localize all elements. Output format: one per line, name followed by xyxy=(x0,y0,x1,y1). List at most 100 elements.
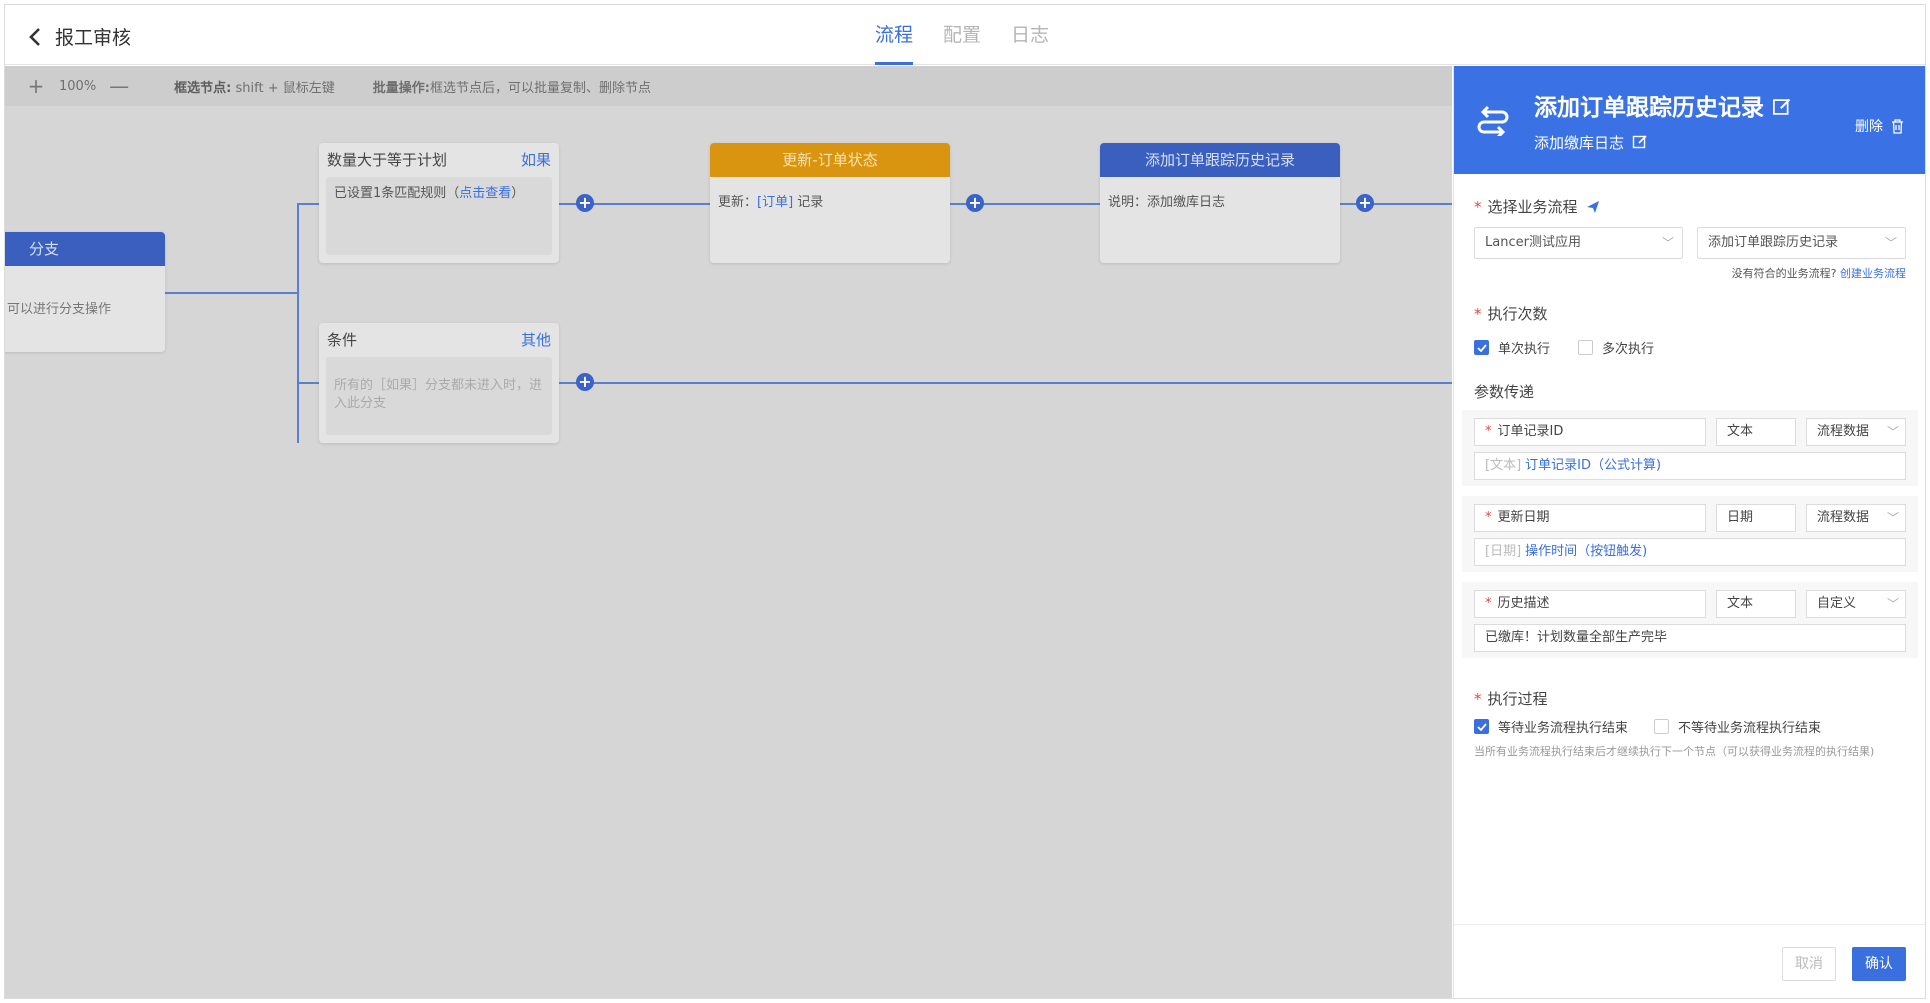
app-select-value: Lancer测试应用 xyxy=(1485,235,1581,250)
wait-label: 等待业务流程执行结束 xyxy=(1498,721,1629,736)
tab-flow[interactable]: 流程 xyxy=(875,5,914,65)
zoom-in-button[interactable]: + xyxy=(25,74,47,98)
param-source-select[interactable]: 流程数据 ﹀ xyxy=(1806,504,1906,532)
flow-selects: Lancer测试应用 ﹀ 添加订单跟踪历史记录 ﹀ xyxy=(1474,227,1906,259)
params-section-label: 参数传递 xyxy=(1474,383,1535,401)
multi-exec-checkbox[interactable]: 多次执行 xyxy=(1578,338,1654,357)
panel-header: 添加订单跟踪历史记录 添加缴库日志 删除 xyxy=(1454,66,1925,174)
flow-label: 选择业务流程 xyxy=(1487,198,1578,216)
tab-bar: 流程 配置 日志 xyxy=(875,5,1079,65)
tab-log[interactable]: 日志 xyxy=(1011,5,1049,65)
connector-line xyxy=(559,382,1452,384)
batch-hint: 批量操作:框选节点后，可以批量复制、删除节点 xyxy=(373,77,651,96)
param-row: * 更新日期 日期 流程数据 ﹀ [日期] 操作时间（按钮触发) xyxy=(1462,496,1918,572)
if-node-title: 数量大于等于计划 xyxy=(327,151,448,169)
edit-icon[interactable] xyxy=(1632,134,1648,150)
checkbox-empty-icon xyxy=(1578,340,1594,355)
param-value-tag: [日期] xyxy=(1485,544,1522,559)
add-node-button[interactable]: + xyxy=(576,373,594,391)
process-label: 执行过程 xyxy=(1487,690,1548,708)
back-button[interactable]: 报工审核 xyxy=(27,23,131,50)
view-rule-link[interactable]: 点击查看 xyxy=(459,186,511,201)
zoom-out-button[interactable]: — xyxy=(108,74,130,98)
add-node-button[interactable]: + xyxy=(1356,194,1374,212)
update-node-body: 更新：[订单] 记录 xyxy=(710,177,950,216)
if-node-rule: 已设置1条匹配规则（点击查看） xyxy=(326,177,552,255)
panel-title: 添加订单跟踪历史记录 xyxy=(1534,88,1792,122)
param-value-tag: [文本] xyxy=(1485,458,1522,473)
no-flow-text: 没有符合的业务流程? xyxy=(1731,267,1837,280)
param-name: 更新日期 xyxy=(1497,510,1550,525)
param-type-field: 文本 xyxy=(1716,590,1796,618)
panel-body: * 选择业务流程 Lancer测试应用 ﹀ 添加订单跟踪历史记录 ﹀ 没有符合的业务流… xyxy=(1454,196,1925,759)
param-name-field[interactable]: * 历史描述 xyxy=(1474,590,1706,618)
top-header: 报工审核 流程 配置 日志 xyxy=(5,5,1925,65)
param-type-field: 文本 xyxy=(1716,418,1796,446)
chevron-down-icon: ﹀ xyxy=(1886,597,1899,611)
trash-icon xyxy=(1892,118,1903,134)
navigate-icon[interactable] xyxy=(1586,200,1600,214)
branch-node-body: 可以进行分支操作 xyxy=(7,302,112,317)
batch-hint-value: 框选节点后，可以批量复制、删除节点 xyxy=(429,80,651,96)
cancel-button[interactable]: 取消 xyxy=(1782,947,1836,981)
flow-select-value: 添加订单跟踪历史记录 xyxy=(1708,235,1839,250)
update-body-suffix: 记录 xyxy=(793,195,824,210)
add-history-node[interactable]: 添加订单跟踪历史记录 说明：添加缴库日志 xyxy=(1100,143,1340,263)
chevron-down-icon: ﹀ xyxy=(1884,236,1897,250)
add-node-button[interactable]: + xyxy=(576,194,594,212)
checkbox-empty-icon xyxy=(1654,719,1670,734)
if-rule-suffix: ） xyxy=(511,186,525,201)
param-value-field[interactable]: [文本] 订单记录ID（公式计算) xyxy=(1474,452,1906,480)
chevron-left-icon xyxy=(29,27,40,46)
if-node-header: 数量大于等于计划 如果 xyxy=(319,143,559,177)
if-condition-node[interactable]: 数量大于等于计划 如果 已设置1条匹配规则（点击查看） xyxy=(319,143,559,263)
tab-config[interactable]: 配置 xyxy=(943,5,981,65)
select-hint: 框选节点: shift + 鼠标左键 xyxy=(174,77,335,96)
exec-count-section-label: * 执行次数 xyxy=(1474,304,1548,324)
delete-node-button[interactable]: 删除 xyxy=(1855,116,1904,136)
process-section-label: * 执行过程 xyxy=(1474,689,1548,709)
param-value: 已缴库！计划数量全部生产完毕 xyxy=(1485,630,1668,645)
param-source-select[interactable]: 自定义 ﹀ xyxy=(1806,590,1906,618)
edit-icon[interactable] xyxy=(1772,97,1792,117)
if-rule-prefix: 已设置1条匹配规则（ xyxy=(334,186,460,201)
nowait-label: 不等待业务流程执行结束 xyxy=(1678,721,1822,736)
single-exec-label: 单次执行 xyxy=(1498,342,1551,357)
update-body-prefix: 更新： xyxy=(718,195,758,210)
flow-select[interactable]: 添加订单跟踪历史记录 ﹀ xyxy=(1697,227,1906,259)
panel-subtitle-text: 添加缴库日志 xyxy=(1534,134,1625,152)
param-value-field[interactable]: [日期] 操作时间（按钮触发) xyxy=(1474,538,1906,566)
if-node-tag: 如果 xyxy=(520,151,551,169)
flow-section-label: * 选择业务流程 xyxy=(1474,196,1906,217)
param-name-field[interactable]: * 更新日期 xyxy=(1474,504,1706,532)
panel-footer: 取消 确认 xyxy=(1454,924,1925,998)
param-source-select[interactable]: 流程数据 ﹀ xyxy=(1806,418,1906,446)
param-value: 订单记录ID（公式计算) xyxy=(1525,458,1662,473)
wait-checkbox[interactable]: 等待业务流程执行结束 xyxy=(1474,717,1628,736)
param-type-field: 日期 xyxy=(1716,504,1796,532)
zoom-level: 100% xyxy=(59,78,97,94)
process-note: 当所有业务流程执行结束后才继续执行下一个节点（可以获得业务流程的执行结果) xyxy=(1474,745,1875,758)
panel-title-text: 添加订单跟踪历史记录 xyxy=(1534,95,1764,121)
app-select[interactable]: Lancer测试应用 ﹀ xyxy=(1474,227,1683,259)
nowait-checkbox[interactable]: 不等待业务流程执行结束 xyxy=(1654,717,1821,736)
history-node-body: 说明：添加缴库日志 xyxy=(1108,195,1226,210)
select-hint-value: shift + 鼠标左键 xyxy=(235,80,335,96)
create-flow-link[interactable]: 创建业务流程 xyxy=(1840,267,1906,280)
branch-node[interactable]: 分支 可以进行分支操作 xyxy=(5,232,165,352)
flow-switch-icon xyxy=(1477,105,1509,136)
param-name-field[interactable]: * 订单记录ID xyxy=(1474,418,1706,446)
else-node-title: 条件 xyxy=(327,331,358,349)
param-name: 历史描述 xyxy=(1497,596,1550,611)
param-name: 订单记录ID xyxy=(1497,424,1564,439)
confirm-button[interactable]: 确认 xyxy=(1852,947,1906,981)
param-row: * 订单记录ID 文本 流程数据 ﹀ [文本] 订单记录ID（公式计算) xyxy=(1462,410,1918,486)
exec-count-label: 执行次数 xyxy=(1487,305,1548,323)
flow-canvas[interactable]: + 100% — 框选节点: shift + 鼠标左键 批量操作:框选节点后，可… xyxy=(5,66,1452,998)
update-record-node[interactable]: 更新-订单状态 更新：[订单] 记录 xyxy=(710,143,950,263)
single-exec-checkbox[interactable]: 单次执行 xyxy=(1474,338,1550,357)
else-condition-node[interactable]: 条件 其他 所有的［如果］分支都未进入时，进入此分支 xyxy=(319,323,559,443)
param-value-field[interactable]: 已缴库！计划数量全部生产完毕 xyxy=(1474,624,1906,652)
add-node-button[interactable]: + xyxy=(966,194,984,212)
chevron-down-icon: ﹀ xyxy=(1886,425,1899,439)
